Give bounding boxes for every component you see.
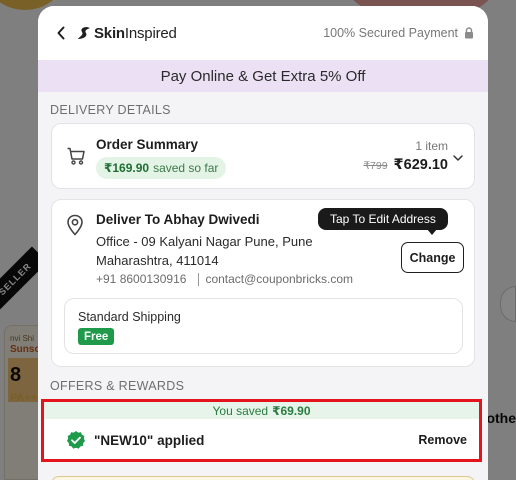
brand-logo: SkinInspired <box>76 25 177 42</box>
coupon-saved-amount: ₹69.90 <box>272 403 311 418</box>
chevron-down-icon[interactable] <box>452 152 464 164</box>
free-shipping-badge: Free <box>78 328 115 345</box>
items-count: 1 item <box>415 139 448 153</box>
chevron-left-icon[interactable] <box>52 24 70 42</box>
delivery-address-card: Deliver To Abhay Dwivedi Office - 09 Kal… <box>51 199 475 367</box>
delivery-section-title: DELIVERY DETAILS <box>50 103 171 117</box>
shipping-option[interactable]: Standard Shipping Free <box>64 298 463 354</box>
brand-mark-icon <box>78 27 90 39</box>
coupon-savings-strip: You saved ₹69.90 <box>44 402 479 419</box>
address-line-1: Office - 09 Kalyani Nagar Pune, Pune <box>96 234 313 249</box>
checkout-modal: SkinInspired 100% Secured Payment Pay On… <box>38 6 488 480</box>
contact-info: +91 8600130916 contact@couponbricks.com <box>96 272 353 286</box>
change-address-button[interactable]: Change <box>401 242 464 273</box>
location-pin-icon <box>67 214 83 236</box>
order-summary-card[interactable]: Order Summary ₹169.90 saved so far 1 ite… <box>51 123 475 189</box>
secure-payment: 100% Secured Payment <box>323 26 474 40</box>
next-offer-card <box>51 476 475 480</box>
saved-suffix: saved so far <box>153 161 219 175</box>
offers-section-title: OFFERS & REWARDS <box>50 379 185 393</box>
original-price: ₹799 <box>363 160 388 172</box>
edit-address-tooltip: Tap To Edit Address <box>318 208 448 230</box>
applied-coupon-card: You saved ₹69.90 "NEW10" applied Remove <box>41 399 482 462</box>
saved-so-far-badge: ₹169.90 saved so far <box>96 157 227 179</box>
price-row: ₹799 ₹629.10 <box>363 157 448 173</box>
secure-payment-label: 100% Secured Payment <box>323 26 458 40</box>
lock-icon <box>465 27 473 39</box>
brand-name-bold: Skin <box>94 24 125 42</box>
promo-banner: Pay Online & Get Extra 5% Off <box>38 60 488 92</box>
brand-name-rest: Inspired <box>124 24 177 42</box>
tooltip-arrow <box>427 229 437 235</box>
divider <box>198 272 200 286</box>
deliver-to-title: Deliver To Abhay Dwivedi <box>96 212 260 227</box>
checkout-header: SkinInspired 100% Secured Payment <box>38 6 488 60</box>
address-line-2: Maharashtra, 411014 <box>96 253 219 268</box>
order-summary-title: Order Summary <box>96 137 199 152</box>
coupon-applied-text: "NEW10" applied <box>94 432 205 448</box>
cart-icon <box>67 147 85 165</box>
saved-amount: ₹169.90 <box>104 161 150 175</box>
email-address: contact@couponbricks.com <box>205 272 354 286</box>
coupon-row: "NEW10" applied Remove <box>44 422 479 458</box>
phone-number: +91 8600130916 <box>96 272 187 286</box>
remove-coupon-button[interactable]: Remove <box>418 433 467 447</box>
verified-check-icon <box>67 431 85 449</box>
shipping-method-label: Standard Shipping <box>78 310 181 324</box>
coupon-saved-prefix: You saved <box>212 403 269 418</box>
final-price: ₹629.10 <box>393 157 448 173</box>
